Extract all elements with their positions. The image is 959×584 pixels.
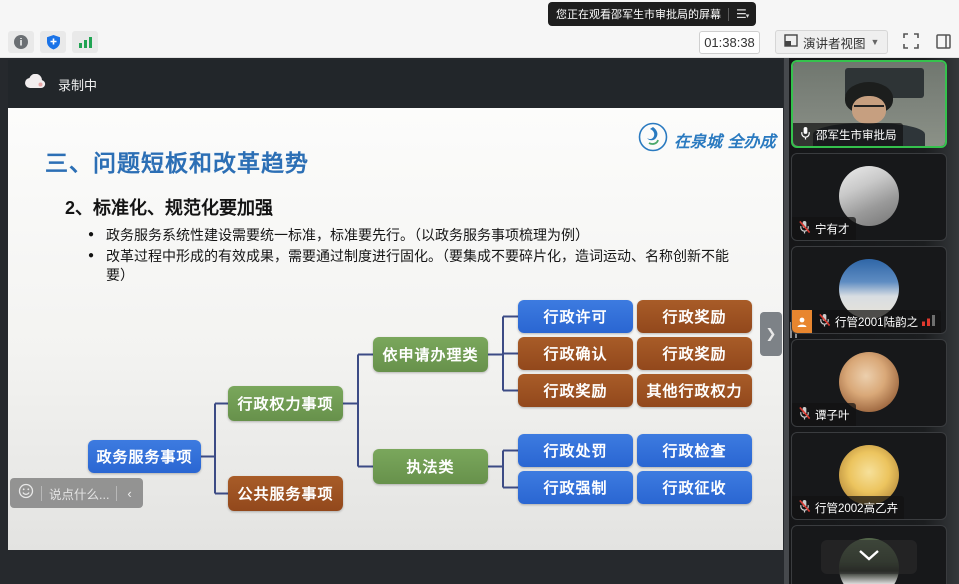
chevron-down-icon: ▼ [871, 37, 880, 47]
recording-bar: 录制中 [8, 60, 783, 108]
meeting-timer: 01:38:38 [699, 31, 760, 54]
diagram-node-zwfw: 政务服务事项 [88, 440, 201, 473]
participant-tile-4[interactable]: 谭子叶 [791, 339, 947, 427]
fullscreen-icon[interactable] [898, 30, 924, 52]
participant-tile-6[interactable] [791, 525, 947, 584]
participant-name: 行管2002高乙卉 [815, 500, 898, 516]
participant-tile-1[interactable]: 邵军生市审批局 [791, 60, 947, 148]
chevron-left-icon[interactable]: ‹ [124, 486, 134, 501]
view-mode-button[interactable]: 演讲者视图 ▼ [775, 30, 888, 54]
diagram-node-e1c1: 行政处罚 [518, 434, 633, 467]
diagram-node-zff: 执法类 [373, 449, 488, 484]
network-signal-icon[interactable] [72, 31, 98, 53]
logo-text: 在泉城 全办成 [674, 128, 776, 152]
participant-tile-3[interactable]: 行管2001陆韵之 [791, 246, 947, 334]
diagram-node-r1c2: 行政奖励 [637, 300, 752, 333]
participants-sidebar: 邵军生市审批局宁有才行管2001陆韵之谭子叶行管2002高乙卉 [784, 58, 959, 584]
speaker-view-icon [784, 34, 798, 50]
chat-input[interactable]: 说点什么... ‹ [10, 478, 143, 508]
slide-bullet-2: 改革过程中形成的有效成果，需要通过制度进行固化。（要集成不要碎片化，造词运动、名… [88, 247, 748, 286]
participant-name: 谭子叶 [815, 407, 850, 423]
shield-plus-icon[interactable] [40, 31, 66, 53]
panel-collapse-handle[interactable]: ❯ [760, 312, 782, 356]
recording-label: 录制中 [58, 75, 97, 94]
side-panel-icon[interactable] [930, 30, 956, 52]
diagram-node-ysq: 依申请办理类 [373, 337, 488, 372]
banner-menu-icon[interactable]: ☰▾ [736, 7, 748, 21]
cloud-recording-icon [24, 74, 46, 94]
slide-subtitle: 2、标准化、规范化要加强 [65, 194, 273, 220]
slide-bullet-1: 政务服务系统性建设需要统一标准，标准要先行。（以政务服务事项梳理为例） [88, 226, 748, 246]
member-badge-icon [792, 310, 812, 333]
participant-name: 行管2001陆韵之 [835, 314, 918, 330]
participant-tile-2[interactable]: 宁有才 [791, 153, 947, 241]
diagram-node-r3c2: 其他行政权力 [637, 374, 752, 407]
mic-icon [799, 126, 812, 143]
diagram-node-e1c2: 行政检查 [637, 434, 752, 467]
diagram-node-r2c2: 行政奖励 [637, 337, 752, 370]
emoji-icon[interactable] [18, 483, 34, 504]
slide-title: 三、问题短板和改革趋势 [45, 144, 309, 178]
mic-muted-icon [798, 499, 811, 516]
poor-signal-icon [922, 314, 935, 329]
diagram-node-xzql: 行政权力事项 [228, 386, 343, 421]
diagram-node-r3c1: 行政奖励 [518, 374, 633, 407]
slide-logo: 在泉城 全办成 [638, 122, 776, 157]
mic-muted-icon [818, 313, 831, 330]
slide-bullets: 政务服务系统性建设需要统一标准，标准要先行。（以政务服务事项梳理为例）改革过程中… [88, 226, 748, 287]
diagram-node-r1c1: 行政许可 [518, 300, 633, 333]
svg-text:i: i [20, 38, 23, 49]
participant-name: 宁有才 [815, 221, 850, 237]
mic-muted-icon [798, 406, 811, 423]
top-toolbar: i 01:38:38 演讲者视图 ▼ [0, 0, 959, 58]
diagram-node-r2c1: 行政确认 [518, 337, 633, 370]
participant-tile-5[interactable]: 行管2002高乙卉 [791, 432, 947, 520]
diagram-node-e2c2: 行政征收 [637, 471, 752, 504]
watching-banner-text: 您正在观看邵军生市审批局的屏幕 [556, 6, 721, 22]
diagram-node-ggfw: 公共服务事项 [228, 476, 343, 511]
participant-name: 邵军生市审批局 [816, 127, 897, 143]
mic-muted-icon [798, 220, 811, 237]
logo-emblem-icon [638, 122, 668, 157]
scroll-participants-button[interactable] [821, 540, 917, 574]
diagram-node-e2c1: 行政强制 [518, 471, 633, 504]
view-mode-label: 演讲者视图 [803, 33, 866, 52]
info-icon[interactable]: i [8, 31, 34, 53]
chevron-down-icon [858, 548, 880, 566]
watching-banner: 您正在观看邵军生市审批局的屏幕 ☰▾ [548, 2, 756, 26]
chat-placeholder: 说点什么... [49, 484, 109, 503]
